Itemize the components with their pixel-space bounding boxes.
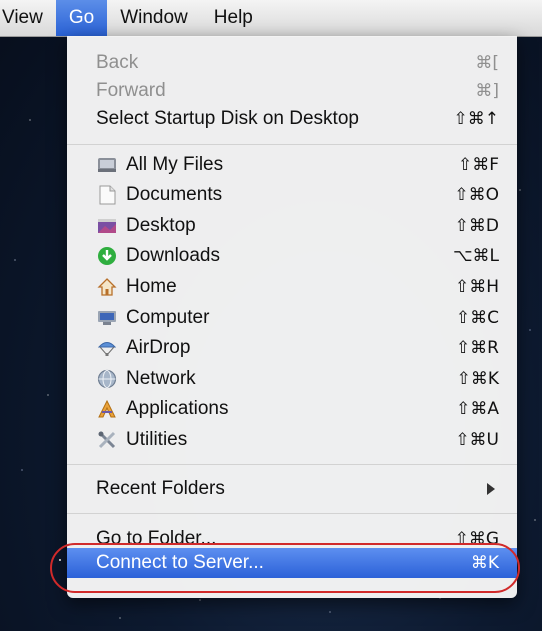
menu-item-select-startup-disk[interactable]: Select Startup Disk on Desktop ⇧⌘↑	[67, 104, 517, 134]
red-highlight-callout	[50, 543, 520, 593]
menu-item-label: Forward	[96, 80, 166, 101]
menu-item-label: All My Files	[126, 154, 224, 175]
menu-item-label: Back	[96, 52, 139, 73]
desktop-icon	[96, 216, 118, 236]
menu-item-computer[interactable]: Computer ⇧⌘C	[67, 303, 517, 333]
menu-item-label: Applications	[126, 398, 229, 419]
menu-separator	[67, 464, 517, 465]
menu-item-label: AirDrop	[126, 337, 191, 358]
menu-item-network[interactable]: Network ⇧⌘K	[67, 364, 517, 394]
menu-item-shortcut: ⇧⌘U	[455, 430, 499, 450]
menu-item-label: Home	[126, 276, 177, 297]
menu-item-label: Downloads	[126, 245, 220, 266]
menu-item-shortcut: ⇧⌘R	[455, 338, 499, 358]
menu-item-label: Documents	[126, 184, 223, 205]
menu-item-documents[interactable]: Documents ⇧⌘O	[67, 180, 517, 210]
menu-item-desktop[interactable]: Desktop ⇧⌘D	[67, 211, 517, 241]
menu-item-shortcut: ⇧⌘H	[454, 277, 499, 297]
menu-item-forward[interactable]: Forward ⌘]	[67, 76, 517, 106]
network-icon	[96, 369, 118, 389]
menu-item-label: Network	[126, 368, 196, 389]
menu-item-shortcut: ⌘[	[475, 53, 499, 73]
all-my-files-icon	[96, 155, 118, 175]
downloads-icon	[96, 246, 118, 266]
menu-item-downloads[interactable]: Downloads ⌥⌘L	[67, 241, 517, 271]
menu-item-shortcut: ⇧⌘↑	[453, 109, 500, 129]
home-icon	[96, 277, 118, 297]
menu-item-recent-folders[interactable]: Recent Folders	[67, 474, 517, 504]
menu-bar: View Go Window Help	[0, 0, 542, 37]
menu-item-applications[interactable]: Applications ⇧⌘A	[67, 394, 517, 424]
menu-item-shortcut: ⇧⌘A	[456, 399, 499, 419]
menu-item-shortcut: ⇧⌘F	[457, 155, 499, 175]
menu-item-label: Recent Folders	[96, 478, 225, 499]
menu-item-shortcut: ⇧⌘C	[455, 308, 499, 328]
menu-item-shortcut: ⇧⌘K	[456, 369, 499, 389]
menu-window[interactable]: Window	[107, 0, 201, 36]
menu-item-label: Utilities	[126, 429, 188, 450]
menu-item-label: Select Startup Disk on Desktop	[96, 108, 359, 129]
menu-item-all-my-files[interactable]: All My Files ⇧⌘F	[67, 150, 517, 180]
menu-item-label: Computer	[126, 307, 210, 328]
menu-view[interactable]: View	[0, 0, 56, 36]
menu-item-home[interactable]: Home ⇧⌘H	[67, 272, 517, 302]
menu-item-shortcut: ⇧⌘O	[454, 185, 499, 205]
submenu-arrow-icon	[487, 483, 495, 495]
go-menu-dropdown: Back ⌘[ Forward ⌘] Select Startup Disk o…	[67, 36, 517, 598]
menu-item-back[interactable]: Back ⌘[	[67, 48, 517, 78]
utilities-icon	[96, 430, 118, 450]
menu-item-utilities[interactable]: Utilities ⇧⌘U	[67, 425, 517, 455]
menu-item-shortcut: ⇧⌘D	[454, 216, 499, 236]
menu-item-shortcut: ⌥⌘L	[452, 246, 499, 266]
menu-separator	[67, 513, 517, 514]
menu-help[interactable]: Help	[201, 0, 266, 36]
documents-icon	[96, 185, 118, 205]
menu-separator	[67, 144, 517, 145]
computer-icon	[96, 308, 118, 328]
menu-item-shortcut: ⌘]	[475, 81, 499, 101]
airdrop-icon	[96, 338, 118, 358]
menu-item-label: Desktop	[126, 215, 196, 236]
menu-item-airdrop[interactable]: AirDrop ⇧⌘R	[67, 333, 517, 363]
menu-go[interactable]: Go	[55, 0, 108, 36]
applications-icon	[96, 399, 118, 419]
